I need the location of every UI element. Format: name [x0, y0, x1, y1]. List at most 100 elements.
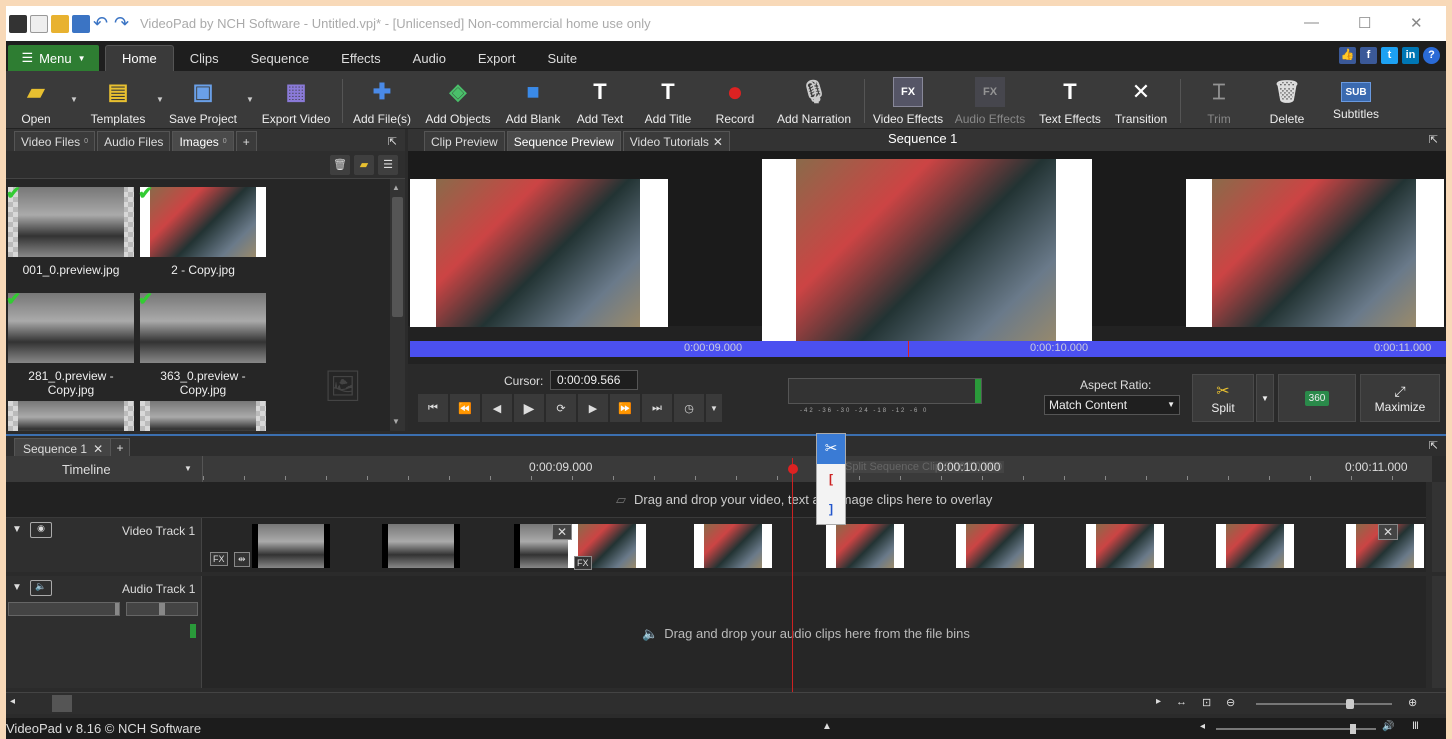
scroll-left-icon[interactable]: ◂: [10, 696, 15, 707]
bin-item-thumbnail[interactable]: ✔: [138, 183, 266, 257]
main-menu-button[interactable]: ☰ Menu ▼: [8, 45, 99, 71]
chevron-down-icon[interactable]: ▼: [706, 394, 722, 422]
open-button[interactable]: ▰ Open: [12, 71, 60, 129]
undo-icon[interactable]: ↶: [93, 14, 111, 33]
play-icon[interactable]: ▶: [514, 394, 544, 422]
undock-icon[interactable]: ⇱: [1429, 439, 1438, 452]
add-sequence-button[interactable]: +: [110, 438, 130, 458]
timeline-clip[interactable]: [1086, 524, 1164, 568]
add-text-button[interactable]: T Add Text: [572, 71, 628, 129]
chevron-down-icon[interactable]: ▼: [156, 95, 164, 104]
volume-slider[interactable]: [8, 602, 120, 616]
bin-item-thumbnail[interactable]: ✔: [138, 289, 266, 363]
timeline-clip[interactable]: [694, 524, 772, 568]
fit-width-icon[interactable]: ↔: [1176, 696, 1187, 708]
collapse-icon[interactable]: ▼: [12, 524, 22, 535]
save-icon[interactable]: [72, 14, 90, 33]
trash-icon[interactable]: 🗑: [330, 155, 350, 175]
video-track[interactable]: FX ⇹ FX ✕ ✕: [202, 518, 1426, 572]
templates-button[interactable]: ▤ Templates: [86, 71, 150, 129]
add-objects-button[interactable]: ◈ Add Objects: [424, 71, 492, 129]
next-clip-icon[interactable]: ⏩: [610, 394, 640, 422]
clip-pan-icon[interactable]: ⇹: [234, 552, 250, 567]
slider-thumb[interactable]: [1346, 699, 1354, 709]
slider-thumb[interactable]: [159, 603, 165, 615]
tab-suite[interactable]: Suite: [532, 45, 594, 71]
export-video-button[interactable]: ▦ Export Video: [258, 71, 334, 129]
tab-images[interactable]: Images 0: [172, 131, 234, 151]
transition-icon[interactable]: ✕: [552, 524, 573, 540]
add-blank-button[interactable]: ■ Add Blank: [504, 71, 562, 129]
tab-video-files[interactable]: Video Files 0: [14, 131, 96, 151]
previous-clip-icon[interactable]: ⏪: [450, 394, 480, 422]
timeline-clip[interactable]: [1216, 524, 1294, 568]
go-to-start-icon[interactable]: ⏮: [418, 394, 448, 422]
overlay-track-dropzone[interactable]: ▱ Drag and drop your video, text and imag…: [6, 482, 1426, 518]
set-out-point-icon[interactable]: ]: [817, 494, 845, 524]
transition-icon[interactable]: ✕: [1378, 524, 1399, 540]
new-project-icon[interactable]: [30, 14, 48, 33]
zoom-in-icon[interactable]: ⊕: [1408, 696, 1417, 709]
maximize-preview-button[interactable]: ⤢ Maximize: [1360, 374, 1440, 422]
bin-item-thumbnail[interactable]: ✔: [6, 183, 134, 257]
bin-item-thumbnail[interactable]: ✔: [6, 289, 134, 363]
subtitles-button[interactable]: SUB Subtitles: [1326, 71, 1386, 129]
list-view-icon[interactable]: ☰: [378, 155, 398, 175]
tab-sequence-preview[interactable]: Sequence Preview: [506, 131, 621, 151]
text-effects-button[interactable]: T Text Effects: [1036, 71, 1104, 129]
tab-audio-files[interactable]: Audio Files: [97, 131, 171, 151]
eye-icon[interactable]: ◉: [30, 522, 52, 538]
bin-item-thumbnail[interactable]: [8, 401, 134, 431]
tab-clip-preview[interactable]: Clip Preview: [424, 131, 505, 151]
step-forward-icon[interactable]: ▶: [578, 394, 608, 422]
open-project-icon[interactable]: [51, 14, 69, 33]
set-in-point-icon[interactable]: [: [817, 464, 845, 494]
undock-icon[interactable]: ⇱: [1429, 133, 1438, 146]
scrollbar-thumb[interactable]: [52, 695, 72, 712]
split-button[interactable]: ✂ Split: [1192, 374, 1254, 422]
timeline-clip[interactable]: [956, 524, 1034, 568]
redo-icon[interactable]: ↷: [114, 14, 132, 33]
tab-effects[interactable]: Effects: [325, 45, 397, 71]
like-icon[interactable]: 👍: [1339, 47, 1356, 64]
zoom-fit-icon[interactable]: ⊡: [1202, 696, 1211, 709]
scroll-left-icon[interactable]: ◂: [1200, 721, 1205, 732]
close-icon[interactable]: ✕: [93, 442, 103, 456]
record-button[interactable]: ● Record: [708, 71, 762, 129]
folder-icon[interactable]: ▰: [354, 155, 374, 175]
scissors-icon[interactable]: ✂: [817, 434, 845, 464]
scrollbar-thumb[interactable]: [392, 197, 403, 317]
split-options-button[interactable]: ▼: [1256, 374, 1274, 422]
tab-export[interactable]: Export: [462, 45, 532, 71]
playhead[interactable]: [792, 458, 793, 694]
close-icon[interactable]: ✕: [713, 135, 723, 149]
close-button[interactable]: ✕: [1410, 14, 1423, 32]
minimize-button[interactable]: —: [1304, 14, 1319, 31]
tab-sequence[interactable]: Sequence: [235, 45, 326, 71]
zoom-slider[interactable]: [1256, 699, 1392, 709]
timeline-clip[interactable]: [382, 524, 460, 568]
facebook-icon[interactable]: f: [1360, 47, 1377, 64]
speaker-icon[interactable]: 🔊: [1382, 721, 1394, 732]
twitter-icon[interactable]: t: [1381, 47, 1398, 64]
timeline-clip[interactable]: [826, 524, 904, 568]
pause-icon[interactable]: Ⅲ: [1412, 721, 1419, 732]
tab-audio[interactable]: Audio: [397, 45, 462, 71]
pan-slider[interactable]: [126, 602, 198, 616]
tab-sequence-1[interactable]: Sequence 1 ✕: [14, 438, 113, 458]
linkedin-icon[interactable]: in: [1402, 47, 1419, 64]
save-project-button[interactable]: ▣ Save Project: [166, 71, 240, 129]
playhead-handle[interactable]: [788, 464, 798, 474]
add-files-button[interactable]: ✚ Add File(s): [352, 71, 412, 129]
add-narration-button[interactable]: 🎙 Add Narration: [774, 71, 854, 129]
cursor-time-field[interactable]: 0:00:09.566: [550, 370, 638, 390]
go-to-end-icon[interactable]: ⏭: [642, 394, 672, 422]
slider-thumb[interactable]: [1350, 724, 1356, 734]
master-volume-slider[interactable]: [1216, 724, 1376, 734]
aspect-ratio-select[interactable]: Match Content ▼: [1044, 395, 1180, 415]
track-scrollbar[interactable]: [1432, 482, 1446, 572]
view-360-button[interactable]: 360: [1278, 374, 1356, 422]
clip-fx-button[interactable]: FX: [210, 552, 228, 566]
expand-panel-icon[interactable]: ▲: [822, 721, 832, 732]
video-effects-button[interactable]: FX Video Effects: [872, 71, 944, 129]
